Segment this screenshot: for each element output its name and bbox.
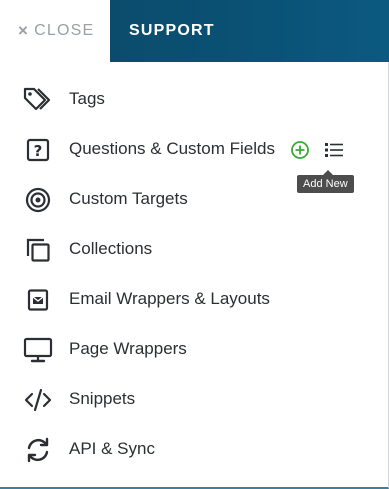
menu-item-label: Custom Targets (69, 189, 188, 208)
menu-item-label: Snippets (69, 389, 136, 408)
close-label: CLOSE (34, 22, 95, 39)
list-icon[interactable] (323, 139, 345, 161)
menu-item-email-wrappers-layouts[interactable]: Email Wrappers & Layouts (0, 275, 389, 325)
menu-item-label: API & Sync (69, 439, 155, 458)
add-new-tooltip: Add New (297, 170, 354, 193)
menu-item-page-wrappers[interactable]: Page Wrappers (0, 325, 389, 375)
email-icon (22, 285, 54, 315)
menu-item-label: Page Wrappers (69, 339, 187, 358)
sync-icon (22, 435, 54, 465)
tag-icon (22, 85, 54, 115)
menu-item-label: Email Wrappers & Layouts (69, 289, 270, 308)
close-button[interactable]: × CLOSE (0, 0, 110, 62)
support-tab[interactable]: SUPPORT (110, 0, 389, 62)
close-icon: × (18, 21, 30, 40)
svg-text:?: ? (34, 142, 43, 160)
collections-icon (22, 235, 54, 265)
target-icon (22, 185, 54, 215)
plus-circle-icon[interactable] (289, 139, 311, 161)
support-tab-label: SUPPORT (129, 22, 215, 39)
code-icon (22, 385, 54, 415)
menu-item-label: Questions & Custom Fields (69, 139, 275, 158)
monitor-icon (22, 335, 54, 365)
question-box-icon: ? (22, 135, 54, 165)
menu-item-tags[interactable]: Tags (0, 75, 389, 125)
menu-item-collections[interactable]: Collections (0, 225, 389, 275)
menu-item-api-sync[interactable]: API & Sync (0, 425, 389, 475)
panel-header: × CLOSE SUPPORT (0, 0, 389, 62)
menu-item-questions-custom-fields[interactable]: ? Questions & Custom Fields (0, 125, 389, 175)
menu-item-label: Tags (69, 89, 105, 108)
menu-item-label: Collections (69, 239, 153, 258)
support-menu-panel: × CLOSE SUPPORT Tags ? Questions & Custo… (0, 0, 389, 489)
menu-item-snippets[interactable]: Snippets (0, 375, 389, 425)
